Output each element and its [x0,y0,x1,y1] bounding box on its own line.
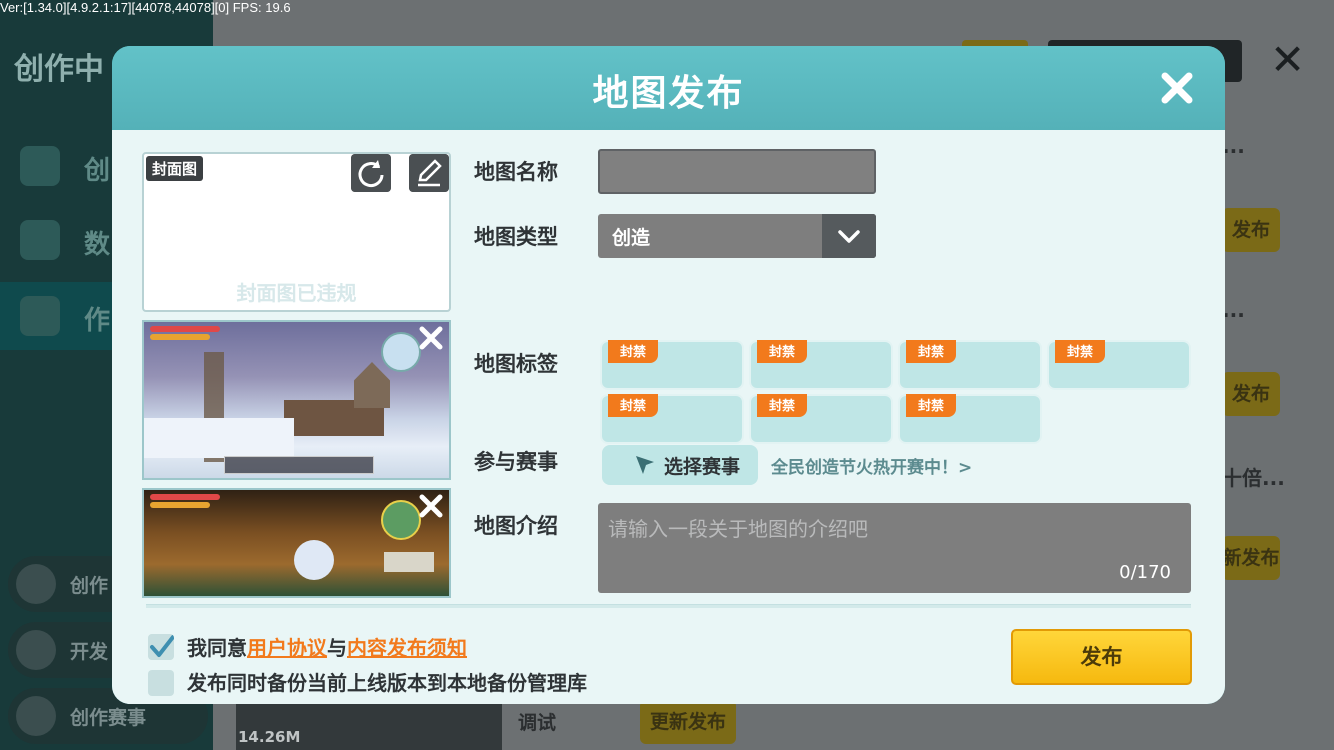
banned-badge: 封禁 [608,394,659,417]
map-tag[interactable]: 封禁 [898,340,1042,390]
map-tag[interactable]: 封禁 [749,340,893,390]
publish-button[interactable]: 发布 [1011,629,1192,685]
bar-chart-icon [20,220,60,260]
select-contest-label: 选择赛事 [664,456,741,478]
banned-badge: 封禁 [906,340,957,363]
hunger-bar [150,334,210,340]
edit-icon[interactable] [409,154,449,192]
house-shape [354,362,390,408]
agreement-prefix: 我同意 [187,636,247,660]
select-contest-button[interactable]: 选择赛事 [602,445,758,485]
map-tags-label: 地图标签 [474,352,558,376]
map-intro-textarea[interactable]: 请输入一段关于地图的介绍吧 0/170 [598,503,1191,593]
remove-screenshot-icon[interactable] [417,492,445,520]
banned-badge: 封禁 [608,340,659,363]
background-text: 十倍... [1222,466,1285,490]
map-tag[interactable]: 封禁 [600,340,744,390]
background-publish-button: 发布 [1222,372,1280,416]
backup-label: 发布同时备份当前上线版本到本地备份管理库 [187,671,587,695]
map-name-label: 地图名称 [474,160,558,184]
background-file-size: 14.26M [238,728,301,746]
map-publish-dialog: 地图发布 封面图 封面图已违规 地图名称 地图类型 地图标签 参与赛事 地图介绍… [112,46,1225,704]
contest-label: 参与赛事 [474,450,558,474]
health-bar [150,326,220,332]
hotbar [224,456,374,474]
map-screenshot[interactable] [142,320,451,480]
trophy-icon [16,696,56,736]
backup-checkbox[interactable] [148,670,174,696]
map-screenshot[interactable] [142,488,451,598]
cover-image-card[interactable]: 封面图 封面图已违规 [142,152,451,312]
hunger-bar [150,502,210,508]
map-type-select[interactable]: 创造 [598,214,876,258]
dialog-title: 地图发布 [592,73,745,114]
map-tag[interactable]: 封禁 [749,394,893,444]
map-tag[interactable]: 封禁 [600,394,744,444]
banned-badge: 封禁 [757,394,808,417]
map-name-input[interactable] [598,149,876,194]
minimap [381,332,421,372]
banned-badge: 封禁 [1055,340,1106,363]
agreement-checkbox[interactable] [148,634,174,660]
pencil-ruler-icon [20,146,60,186]
refresh-icon[interactable] [351,154,391,192]
debug-overlay: Ver:[1.34.0][4.9.2.1:17][44078,44078][0]… [0,0,291,15]
map-tag[interactable]: 封禁 [898,394,1042,444]
background-text: ... [1222,298,1245,322]
background-close-icon: ✕ [1270,35,1306,84]
map-type-label: 地图类型 [474,225,558,249]
cursor-pointer-icon [636,456,654,474]
background-publish-button: 发布 [1222,208,1280,252]
close-icon[interactable] [1157,68,1197,108]
snow-ground [144,418,294,458]
planet-icon [16,564,56,604]
creature-shape [294,540,334,580]
map-type-value: 创造 [612,227,651,249]
chevron-down-icon[interactable] [822,214,876,258]
user-agreement-link[interactable]: 用户协议 [247,636,327,660]
agreement-text: 我同意用户协议与内容发布须知 [187,632,467,661]
background-title: 创作中 [14,52,104,87]
remove-screenshot-icon[interactable] [417,324,445,352]
table-shape [384,552,434,572]
map-tag[interactable]: 封禁 [1047,340,1191,390]
minimap [381,500,421,540]
intro-placeholder: 请输入一段关于地图的介绍吧 [608,517,868,541]
background-text: ... [1222,134,1245,158]
map-intro-label: 地图介绍 [474,514,558,538]
intro-char-count: 0/170 [1119,562,1171,583]
health-bar [150,494,220,500]
cover-tag: 封面图 [146,156,204,181]
divider [146,604,1191,608]
dialog-header: 地图发布 [112,46,1225,130]
content-guidelines-link[interactable]: 内容发布须知 [347,636,467,660]
agreement-joiner: 与 [327,636,347,660]
dialog-body: 封面图 封面图已违规 地图名称 地图类型 地图标签 参与赛事 地图介绍 创造 封… [112,130,1225,704]
banned-badge: 封禁 [906,394,957,417]
edit-icon [20,296,60,336]
background-update-button: 更新发布 [640,700,736,744]
contest-promo-link[interactable]: 全民创造节火热开赛中！> [771,453,972,478]
m-logo-icon [16,630,56,670]
map-tags-grid: 封禁 封禁 封禁 封禁 封禁 封禁 封禁 [598,340,1192,448]
cover-violation-warning: 封面图已违规 [236,281,357,305]
background-publish-button: 新发布 [1222,536,1280,580]
background-debug-label: 调试 [518,712,557,734]
banned-badge: 封禁 [757,340,808,363]
